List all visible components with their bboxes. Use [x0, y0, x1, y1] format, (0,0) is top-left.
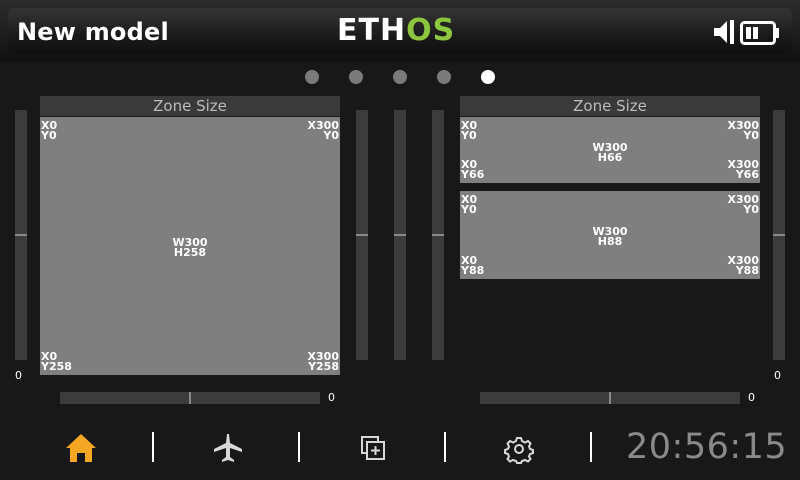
zone-label-tr: X300 Y0 [728, 120, 759, 142]
zone-label-tl: X0 Y0 [41, 120, 57, 142]
page-dot[interactable] [437, 70, 451, 84]
y-value: Y66 [735, 168, 759, 181]
right-vertical-trim-value: 0 [774, 369, 781, 382]
toolbar-separator [298, 432, 300, 462]
trim-center-tick [773, 234, 785, 236]
slider-center-tick [394, 234, 406, 236]
page-dot[interactable] [349, 70, 363, 84]
toolbar-separator [444, 432, 446, 462]
left-vertical-trim-value: 0 [15, 369, 22, 382]
y-value: Y0 [323, 129, 339, 142]
widget-zone-left[interactable]: X0 Y0 X300 Y0 W300 H258 X0 Y258 X300 Y258 [40, 117, 340, 375]
right-horizontal-trim[interactable] [480, 392, 740, 404]
zone-label-center: W300 H66 [580, 142, 640, 164]
slider-center-tick [356, 234, 368, 236]
y-value: Y0 [743, 203, 759, 216]
y-value: Y258 [308, 360, 339, 373]
logo-eth: ETH [337, 13, 407, 48]
status-icons [712, 18, 782, 48]
zone-label-center: W300 H88 [580, 226, 640, 248]
y-value: Y88 [735, 264, 759, 277]
battery-icon[interactable] [740, 21, 780, 45]
center-left-slider[interactable] [394, 110, 406, 360]
zone-label-center: W300 H258 [160, 237, 220, 259]
trim-center-tick [609, 392, 611, 404]
left-horizontal-trim-value: 0 [328, 391, 335, 404]
page-indicator [0, 68, 800, 86]
gear-icon [504, 437, 534, 464]
model-name[interactable]: New model [17, 18, 169, 46]
zone-size-title-left: Zone Size [40, 96, 340, 116]
header-bar: New model ETHOS [0, 0, 800, 62]
ethos-logo: ETHOS [337, 13, 455, 48]
system-settings-button[interactable] [499, 428, 539, 468]
home-icon [66, 434, 96, 462]
zone-label-tr: X300 Y0 [308, 120, 339, 142]
left-slider[interactable] [356, 110, 368, 360]
y-value: Y66 [461, 168, 485, 181]
y-value: Y0 [41, 129, 57, 142]
toolbar-separator [152, 432, 154, 462]
zone-label-bl: X0 Y258 [41, 351, 72, 373]
toolbar-separator [590, 432, 592, 462]
height-value: H66 [597, 151, 623, 164]
clock: 20:56:15 [626, 427, 788, 467]
zone-label-bl: X0 Y66 [461, 159, 485, 181]
right-horizontal-trim-value: 0 [748, 391, 755, 404]
model-setup-button[interactable] [208, 428, 248, 468]
widget-zone-right-bottom[interactable]: X0 Y0 X300 Y0 W300 H88 X0 Y88 X300 Y88 [460, 191, 760, 279]
zone-label-br: X300 Y258 [308, 351, 339, 373]
right-vertical-trim[interactable] [773, 110, 785, 360]
zone-label-tr: X300 Y0 [728, 194, 759, 216]
speaker-muted-icon[interactable] [712, 18, 736, 46]
add-widget-icon [361, 436, 385, 460]
bottom-toolbar: 20:56:15 [0, 418, 800, 480]
left-horizontal-trim[interactable] [60, 392, 320, 404]
zone-label-tl: X0 Y0 [461, 120, 477, 142]
y-value: Y0 [461, 203, 477, 216]
zone-label-br: X300 Y88 [728, 255, 759, 277]
y-value: Y0 [743, 129, 759, 142]
y-value: Y88 [461, 264, 485, 277]
y-value: Y258 [41, 360, 72, 373]
zone-label-tl: X0 Y0 [461, 194, 477, 216]
display-widgets-button[interactable] [353, 428, 393, 468]
page-dot[interactable] [393, 70, 407, 84]
center-right-slider[interactable] [432, 110, 444, 360]
zone-label-bl: X0 Y88 [461, 255, 485, 277]
height-value: H258 [173, 246, 207, 259]
height-value: H88 [597, 235, 623, 248]
airplane-icon [214, 434, 242, 462]
page-dot[interactable] [305, 70, 319, 84]
trim-center-tick [15, 234, 27, 236]
zone-size-title-right: Zone Size [460, 96, 760, 116]
home-button[interactable] [61, 428, 101, 468]
trim-center-tick [189, 392, 191, 404]
page-dot[interactable] [481, 70, 495, 84]
zone-label-br: X300 Y66 [728, 159, 759, 181]
slider-center-tick [432, 234, 444, 236]
widget-zone-right-top[interactable]: X0 Y0 X300 Y0 W300 H66 X0 Y66 X300 Y66 [460, 117, 760, 183]
logo-os: OS [406, 13, 456, 48]
left-vertical-trim[interactable] [15, 110, 27, 360]
y-value: Y0 [461, 129, 477, 142]
